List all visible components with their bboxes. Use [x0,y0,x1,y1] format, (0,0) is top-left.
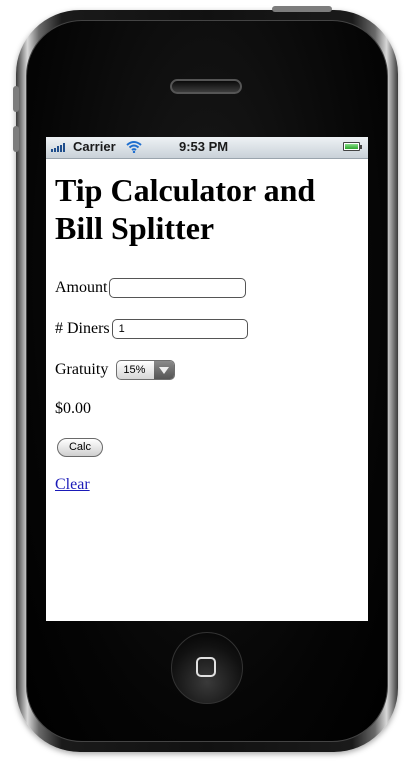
battery-level [345,144,358,149]
chevron-down-icon [154,361,175,379]
signal-bars-icon [51,143,65,152]
page-content: Tip Calculator and Bill Splitter Amount … [55,171,360,493]
volume-down-button [13,126,19,152]
calc-button[interactable]: Calc [57,438,103,457]
diners-row: # Diners 1 [55,319,248,339]
page-title: Tip Calculator and Bill Splitter [55,171,360,247]
home-button[interactable] [171,632,243,704]
diners-label: # Diners [55,320,110,337]
diners-input[interactable]: 1 [111,319,248,339]
amount-input[interactable] [109,278,247,298]
gratuity-label: Gratuity [55,361,109,378]
amount-label: Amount [55,279,108,296]
clear-link[interactable]: Clear [55,476,90,494]
carrier-label: Carrier [73,139,116,154]
gratuity-select[interactable]: 15% [116,360,176,380]
gratuity-row: Gratuity 15% [55,360,176,380]
battery-icon [343,142,360,151]
sleep-button [272,6,332,12]
home-square-icon [196,657,216,677]
status-time: 9:53 PM [179,139,229,154]
title-line-1: Tip Calculator and [55,172,316,208]
volume-up-button [13,86,19,112]
amount-row: Amount [55,278,247,298]
title-line-2: Bill Splitter [55,210,215,246]
total-amount: $0.00 [55,400,91,417]
gratuity-selected: 15% [123,364,146,376]
wifi-icon [126,141,142,153]
status-bar: Carrier 9:53 PM [46,137,368,159]
screen: Carrier 9:53 PM Tip Calculator and Bill … [46,137,368,621]
battery-tip [360,145,362,149]
earpiece-speaker [170,79,242,94]
total-row: $0.00 [55,400,91,418]
